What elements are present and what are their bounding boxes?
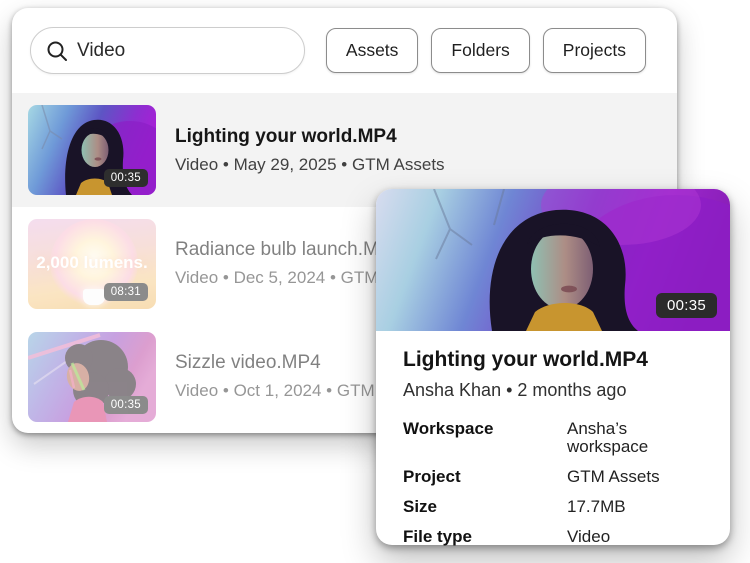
asset-preview-card: 00:35 Lighting your world.MP4 Ansha Khan… bbox=[376, 189, 730, 545]
result-title: Lighting your world.MP4 bbox=[175, 126, 445, 148]
detail-label: File type bbox=[403, 528, 567, 546]
detail-value: Ansha’s workspace bbox=[567, 420, 704, 456]
video-thumbnail-bulb[interactable]: 2,000 lumens. 08:31 bbox=[28, 219, 156, 309]
bulb-base-graphic bbox=[83, 289, 105, 305]
search-icon bbox=[46, 40, 68, 62]
filter-button-projects[interactable]: Projects bbox=[543, 28, 646, 73]
detail-row-file-type: File type Video bbox=[403, 528, 704, 546]
detail-value: GTM Assets bbox=[567, 468, 660, 486]
detail-value: Video bbox=[567, 528, 610, 546]
preview-byline: Ansha Khan • 2 months ago bbox=[403, 380, 704, 401]
thumbnail-caption: 2,000 lumens. bbox=[28, 253, 156, 273]
search-input[interactable] bbox=[77, 40, 289, 62]
filter-button-assets[interactable]: Assets bbox=[326, 28, 419, 73]
asset-search-app: Assets Folders Projects bbox=[0, 0, 750, 563]
detail-label: Project bbox=[403, 468, 567, 486]
result-text: Lighting your world.MP4 Video • May 29, … bbox=[175, 126, 445, 175]
filter-button-folders[interactable]: Folders bbox=[431, 28, 529, 73]
result-meta: Video • May 29, 2025 • GTM Assets bbox=[175, 155, 445, 175]
search-bar[interactable] bbox=[30, 27, 305, 74]
search-header: Assets Folders Projects bbox=[12, 8, 677, 93]
preview-title: Lighting your world.MP4 bbox=[403, 348, 704, 372]
duration-badge: 08:31 bbox=[104, 283, 148, 301]
detail-label: Size bbox=[403, 498, 567, 516]
preview-details: Lighting your world.MP4 Ansha Khan • 2 m… bbox=[376, 331, 730, 546]
duration-badge: 00:35 bbox=[104, 169, 148, 187]
duration-badge: 00:35 bbox=[104, 396, 148, 414]
detail-value: 17.7MB bbox=[567, 498, 626, 516]
video-thumbnail-woman-afro[interactable]: 00:35 bbox=[28, 332, 156, 422]
detail-row-workspace: Workspace Ansha’s workspace bbox=[403, 420, 704, 456]
preview-hero-image[interactable]: 00:35 bbox=[376, 189, 730, 331]
detail-row-project: Project GTM Assets bbox=[403, 468, 704, 486]
video-thumbnail-woman-purple[interactable]: 00:35 bbox=[28, 105, 156, 195]
detail-row-size: Size 17.7MB bbox=[403, 498, 704, 516]
duration-badge-large: 00:35 bbox=[656, 293, 717, 318]
detail-label: Workspace bbox=[403, 420, 567, 438]
